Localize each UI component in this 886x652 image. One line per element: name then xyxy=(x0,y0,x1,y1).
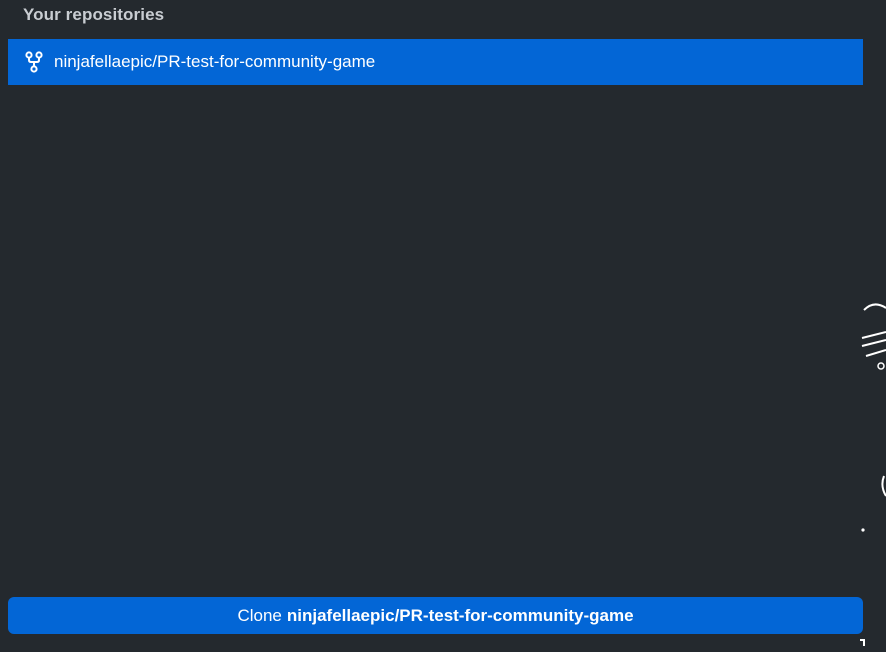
section-title: Your repositories xyxy=(23,5,165,24)
background-decoration xyxy=(860,300,886,647)
fork-icon xyxy=(24,51,44,73)
repository-item[interactable]: ninjafellaepic/PR-test-for-community-gam… xyxy=(8,39,863,85)
repository-list: ninjafellaepic/PR-test-for-community-gam… xyxy=(8,39,863,85)
repository-item-label: ninjafellaepic/PR-test-for-community-gam… xyxy=(54,52,376,71)
clone-button-repo: ninjafellaepic/PR-test-for-community-gam… xyxy=(286,605,634,625)
clone-button-prefix: Clone xyxy=(237,605,282,625)
clone-button[interactable]: Clone ninjafellaepic/PR-test-for-communi… xyxy=(8,597,863,634)
